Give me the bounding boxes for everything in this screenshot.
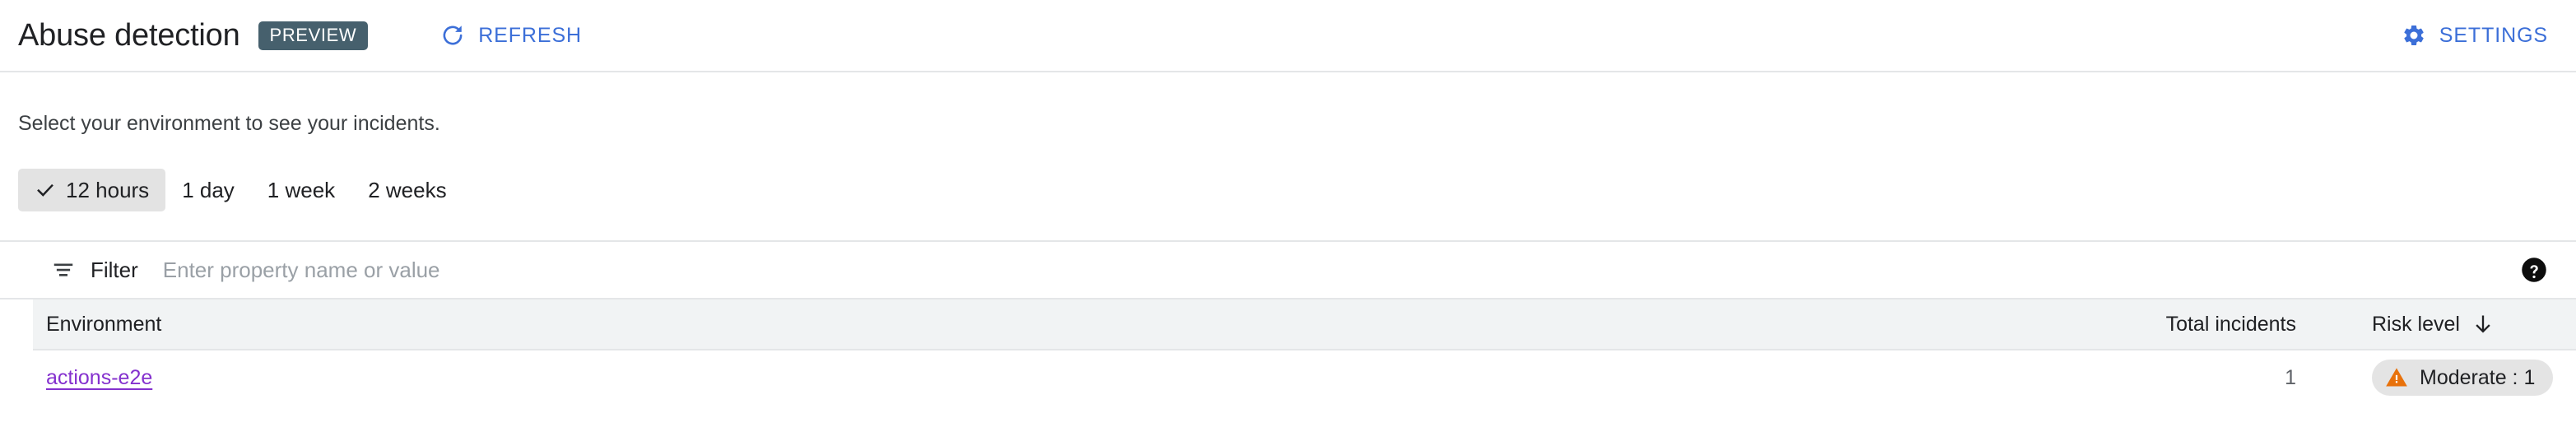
column-header-risk-level[interactable]: Risk level [2296, 313, 2576, 337]
check-icon [35, 179, 56, 201]
refresh-icon [440, 23, 465, 48]
time-range-selector: 12 hours 1 day 1 week 2 weeks [18, 169, 2576, 211]
environment-link[interactable]: actions-e2e [46, 366, 152, 389]
incidents-table: Environment Total incidents Risk level a… [0, 299, 2576, 405]
warning-triangle-icon [2385, 366, 2408, 389]
filter-input[interactable] [162, 253, 2520, 286]
risk-level-label: Moderate : 1 [2420, 365, 2536, 389]
refresh-button[interactable]: REFRESH [440, 23, 582, 48]
preview-badge: PREVIEW [258, 21, 369, 50]
abuse-detection-page: Abuse detection PREVIEW REFRESH SETTINGS… [0, 0, 2576, 441]
time-range-option-label: 2 weeks [368, 177, 447, 202]
settings-label: SETTINGS [2439, 23, 2548, 47]
filter-bar: Filter [0, 240, 2576, 299]
gear-icon [2402, 23, 2426, 48]
refresh-label: REFRESH [478, 23, 582, 47]
column-header-total-incidents[interactable]: Total incidents [2049, 313, 2296, 337]
time-range-option-label: 12 hours [66, 177, 150, 202]
filter-label: Filter [91, 257, 138, 282]
time-range-option-12-hours[interactable]: 12 hours [18, 169, 166, 211]
cell-risk-level: Moderate : 1 [2296, 360, 2576, 396]
time-range-option-1-day[interactable]: 1 day [165, 169, 251, 211]
status-badge: Moderate : 1 [2372, 360, 2554, 396]
time-range-option-label: 1 week [267, 177, 336, 202]
table-row[interactable]: actions-e2e 1 Moderate : 1 [33, 350, 2576, 405]
page-header: Abuse detection PREVIEW REFRESH SETTINGS [0, 0, 2576, 72]
time-range-option-1-week[interactable]: 1 week [251, 169, 351, 211]
time-range-option-label: 1 day [182, 177, 235, 202]
settings-button[interactable]: SETTINGS [2402, 23, 2548, 48]
table-header-row: Environment Total incidents Risk level [33, 299, 2576, 350]
page-title: Abuse detection [18, 17, 240, 53]
cell-total-incidents: 1 [2285, 365, 2296, 389]
column-header-risk-level-label: Risk level [2372, 312, 2460, 336]
cell-environment: actions-e2e [33, 366, 2049, 390]
arrow-downward-icon [2471, 313, 2495, 336]
subtitle-text: Select your environment to see your inci… [18, 112, 440, 135]
filter-icon[interactable] [51, 258, 76, 282]
help-icon[interactable] [2520, 256, 2548, 284]
time-range-option-2-weeks[interactable]: 2 weeks [351, 169, 463, 211]
column-header-environment[interactable]: Environment [33, 313, 2049, 337]
